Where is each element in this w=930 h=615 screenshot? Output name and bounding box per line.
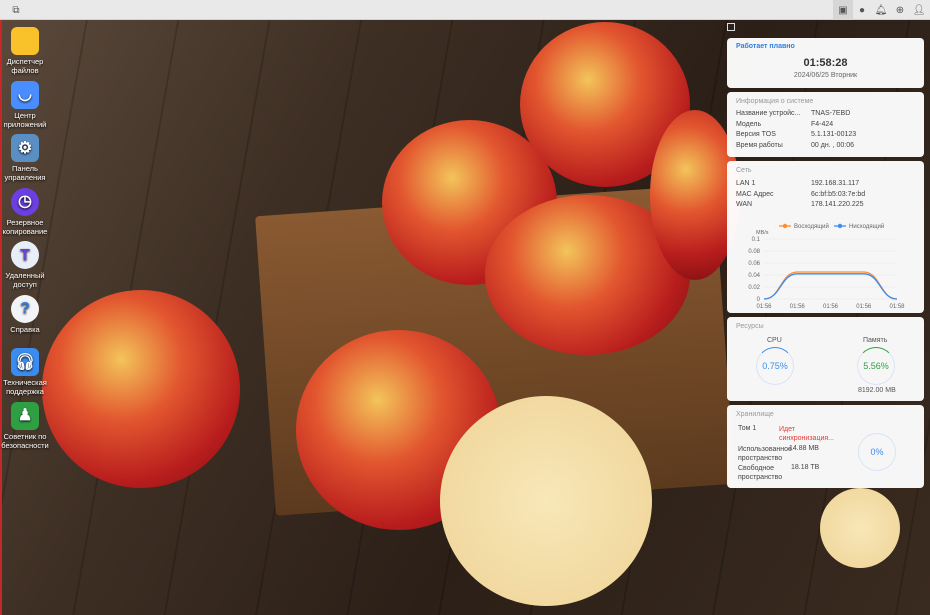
legend-label: Нисходящий — [849, 223, 884, 230]
clock: 01:58:28 — [803, 57, 848, 69]
card-title: Информация о системе — [736, 98, 814, 105]
used-value: 14.88 MB — [789, 445, 819, 452]
status-text: Работает плавно — [736, 43, 795, 50]
cpu-label: CPU — [767, 337, 782, 344]
globe-icon[interactable]: ⊕ — [890, 0, 910, 20]
card-title: Сеть — [736, 167, 752, 174]
cloud-t-icon: T — [11, 241, 39, 269]
info-value: 178.141.220.225 — [811, 201, 864, 208]
x-tick-label: 01:56 — [756, 304, 772, 310]
info-value: TNAS-7EBD — [811, 110, 851, 117]
folder-icon — [11, 27, 39, 55]
memory-value: 5.56% — [863, 361, 889, 371]
user-icon[interactable]: 👤︎ — [909, 0, 929, 20]
info-key: Модель — [736, 120, 762, 128]
desktop-icon-label: Резервное копирование — [2, 217, 48, 236]
used-label: Использованное пространство — [738, 446, 792, 462]
headset-icon: 🎧︎ — [11, 348, 39, 376]
x-tick-label: 01:56 — [823, 304, 839, 310]
info-row: MAC Адрес 6c:bf:b5:03:7e:bd — [736, 191, 916, 201]
gear-icon: ⚙ — [11, 134, 39, 162]
legend-marker — [782, 223, 788, 229]
volume-name: Том 1 — [738, 425, 757, 432]
y-tick-label: 0.06 — [748, 261, 760, 267]
info-key: Время работы — [736, 141, 783, 149]
storage-pct: 0% — [870, 447, 884, 457]
network-chart: 0.1 0.08 0.06 0.04 0.02 0 MB/s 01:56 01:56 01:56 0… — [748, 223, 905, 310]
legend-label: Восходящий — [794, 223, 829, 230]
desktop-icon-headset[interactable]: 🎧︎ Техническая поддержка — [0, 348, 50, 396]
y-tick-label: 0.02 — [748, 285, 760, 291]
network-card: Сеть LAN 1 192.168.31.117 MAC Адрес 6c:bf:b… — [727, 161, 924, 313]
memory-label: Память — [863, 337, 888, 344]
chat-icon[interactable]: ● — [852, 0, 872, 20]
desktop-icon-label: Техническая поддержка — [3, 378, 47, 396]
desktop-icon-label: Удаленный доступ — [5, 271, 45, 289]
info-row: Время работы 00 дн. , 00:06 — [736, 142, 916, 152]
info-key: Версия TOS — [736, 131, 776, 138]
widget-settings-icon[interactable] — [727, 23, 735, 31]
series-line-0 — [763, 271, 898, 300]
storage-card: Хранилище Том 1 Идет синхронизация... Ис… — [727, 405, 924, 488]
free-value: 18.18 TB — [791, 464, 820, 471]
desktop-icon-folder[interactable]: Диспетчер файлов — [0, 27, 50, 75]
info-key: LAN 1 — [736, 180, 756, 187]
memory-gauge: 5.56% — [857, 347, 895, 385]
info-row: Модель F4-424 — [736, 121, 916, 131]
y-tick-label: 0.08 — [748, 249, 760, 255]
info-value: 192.168.31.117 — [811, 180, 860, 187]
y-tick-label: 0.1 — [752, 237, 761, 243]
x-tick-label: 01:56 — [790, 304, 806, 310]
help-icon: ? — [11, 294, 39, 323]
volume-status: Идет синхронизация... — [779, 426, 834, 442]
x-tick-label: 01:58 — [889, 304, 905, 310]
info-value: 00 дн. , 00:06 — [811, 141, 854, 149]
clock-backup-icon: ◷ — [11, 187, 39, 216]
shield-icon: ♟ — [11, 401, 39, 430]
desktop-icon-help[interactable]: ? Справка — [0, 294, 50, 334]
info-row: Версия TOS 5.1.131-00123 — [736, 131, 916, 141]
cpu-value: 0.75% — [762, 361, 788, 371]
bell-icon[interactable]: 🔔︎ — [871, 0, 891, 20]
info-row: LAN 1 192.168.31.117 — [736, 180, 916, 190]
legend-marker — [837, 223, 843, 229]
info-value: 6c:bf:b5:03:7e:bd — [811, 190, 866, 198]
resources-card: Ресурсы CPU 0.75% Память 5.56% 8192.00 M… — [727, 317, 924, 401]
info-key: MAC Адрес — [736, 190, 774, 198]
x-tick-label: 01:56 — [856, 304, 872, 310]
desktop-icon-label: Панель управления — [4, 164, 46, 182]
card-title: Хранилище — [736, 411, 774, 418]
desktop-icon-label: Справка — [10, 324, 40, 334]
free-label: Свободное пространство — [738, 465, 783, 481]
desktop-icon-gear[interactable]: ⚙ Панель управления — [0, 134, 50, 182]
card-title: Ресурсы — [736, 323, 764, 330]
cpu-gauge: 0.75% — [756, 347, 794, 385]
storage-gauge: 0% — [858, 433, 896, 471]
y-axis-label: MB/s — [756, 230, 769, 236]
y-tick-label: 0 — [757, 297, 761, 303]
desktop-icon-label: Центр приложений — [3, 110, 47, 129]
shopping-bag-icon: ◡ — [11, 80, 39, 109]
info-row: Название устройс... TNAS-7EBD — [736, 110, 916, 120]
taskbar: ⧉ ▣ ● 🔔︎ ⊕ 👤︎ — [0, 0, 930, 20]
system-info-card: Информация о системе Название устройс...… — [727, 92, 924, 157]
desktop-icon-label: Советник по безопасности — [1, 431, 49, 450]
info-value: F4-424 — [811, 120, 834, 128]
memory-total: 8192.00 MB — [858, 387, 896, 394]
desktop-icon-shield[interactable]: ♟ Советник по безопасности — [0, 401, 50, 450]
windows-icon[interactable]: ⧉ — [6, 0, 26, 20]
date: 2024/06/25 Вторник — [793, 72, 858, 79]
info-row: WAN 178.141.220.225 — [736, 201, 916, 211]
desktop-icon-shopping-bag[interactable]: ◡ Центр приложений — [0, 80, 50, 129]
desktop-icon[interactable]: ▣ — [833, 0, 853, 20]
desktop-icon-cloud-t[interactable]: T Удаленный доступ — [0, 241, 50, 289]
info-key: Название устройс... — [736, 110, 801, 117]
series-line-1 — [763, 273, 898, 300]
desktop-icon-label: Диспетчер файлов — [6, 57, 44, 75]
info-key: WAN — [736, 201, 753, 208]
y-tick-label: 0.04 — [748, 273, 760, 279]
info-value: 5.1.131-00123 — [811, 131, 857, 138]
status-card: Работает плавно 01:58:28 2024/06/25 Втор… — [727, 38, 924, 88]
desktop-icon-clock-backup[interactable]: ◷ Резервное копирование — [0, 187, 50, 236]
